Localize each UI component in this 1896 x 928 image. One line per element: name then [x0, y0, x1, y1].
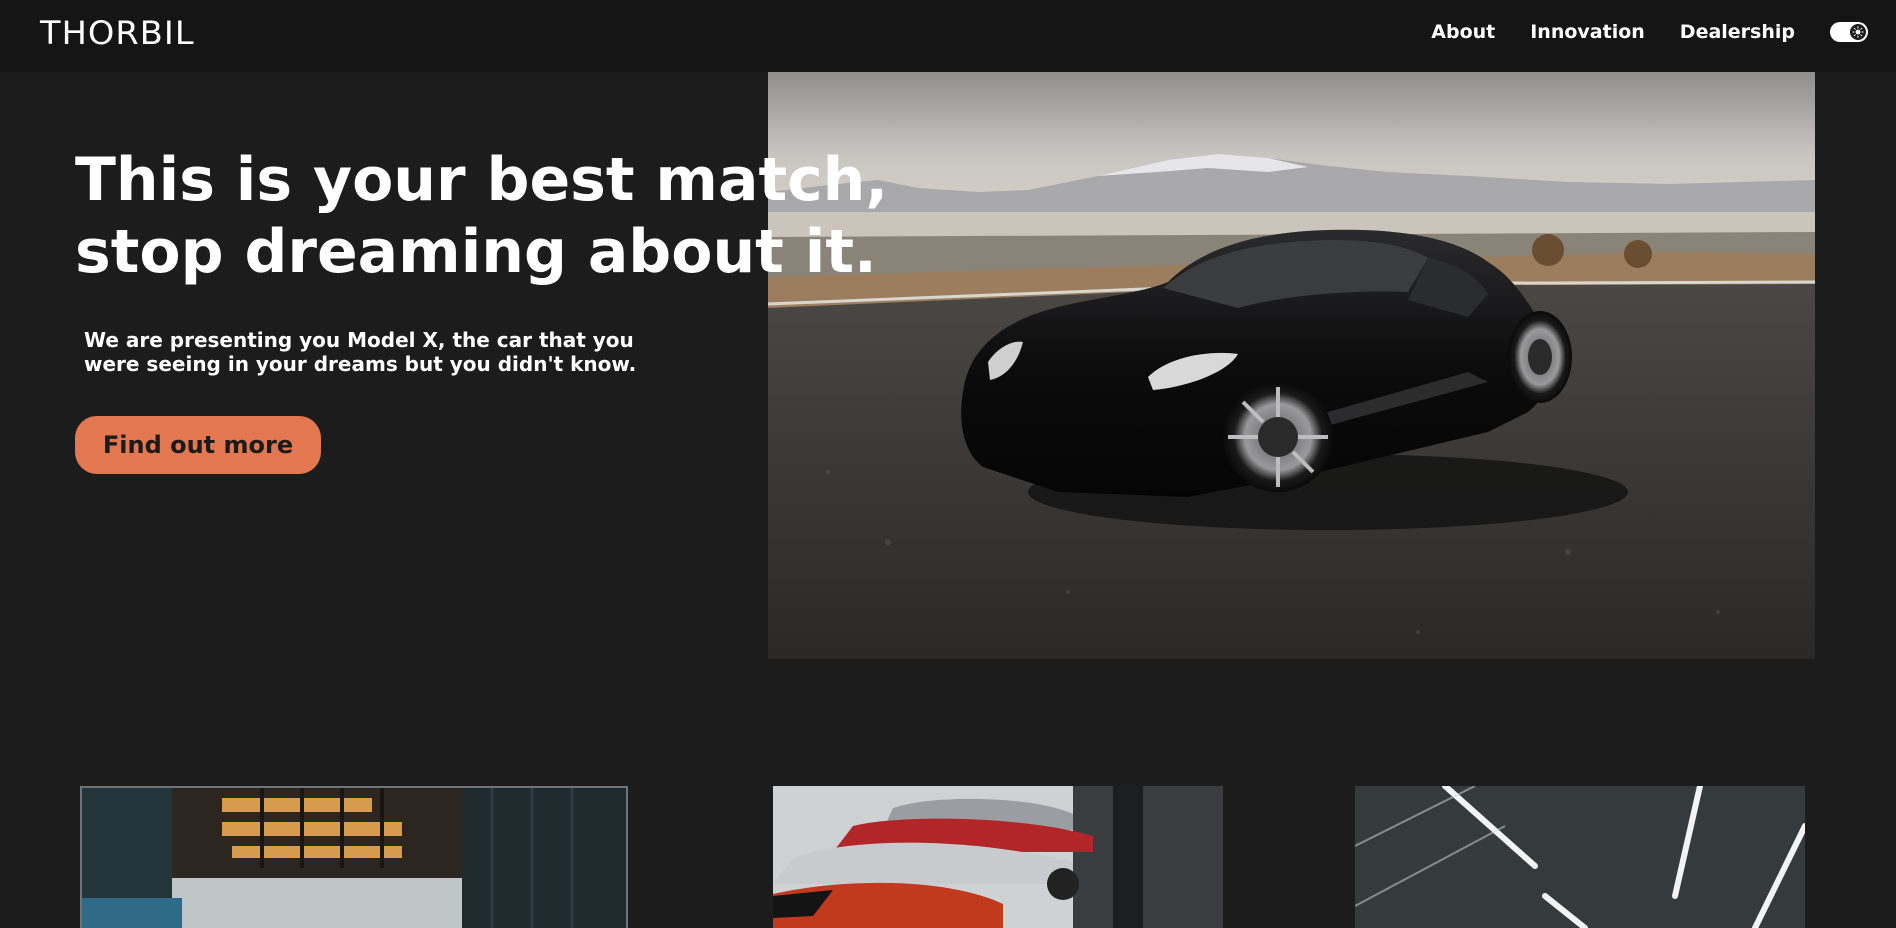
card-building-image[interactable] — [80, 786, 628, 928]
theme-toggle[interactable] — [1830, 22, 1868, 42]
brand-logo[interactable]: THORBIL — [40, 14, 195, 52]
hero-headline-line-2: stop dreaming about it. — [75, 217, 877, 287]
nav-link-about[interactable]: About — [1431, 21, 1495, 43]
card-tunnel-image[interactable] — [1355, 786, 1805, 928]
find-out-more-button[interactable]: Find out more — [75, 416, 321, 474]
hero-headline: This is your best match, stop dreaming a… — [75, 144, 888, 288]
hero-subtext-line-2: were seeing in your dreams but you didn'… — [84, 352, 637, 376]
hero-subtext: We are presenting you Model X, the car t… — [84, 328, 684, 376]
nav-links: About Innovation Dealership — [1431, 0, 1896, 64]
nav-link-dealership[interactable]: Dealership — [1680, 21, 1795, 43]
sun-icon — [1850, 24, 1866, 40]
hero-subtext-line-1: We are presenting you Model X, the car t… — [84, 328, 634, 352]
nav-link-innovation[interactable]: Innovation — [1530, 21, 1645, 43]
hero-headline-line-1: This is your best match, — [75, 145, 889, 215]
card-showroom-image[interactable] — [773, 786, 1223, 928]
navbar: THORBIL About Innovation Dealership — [0, 0, 1896, 72]
hero-car-image — [768, 72, 1815, 659]
